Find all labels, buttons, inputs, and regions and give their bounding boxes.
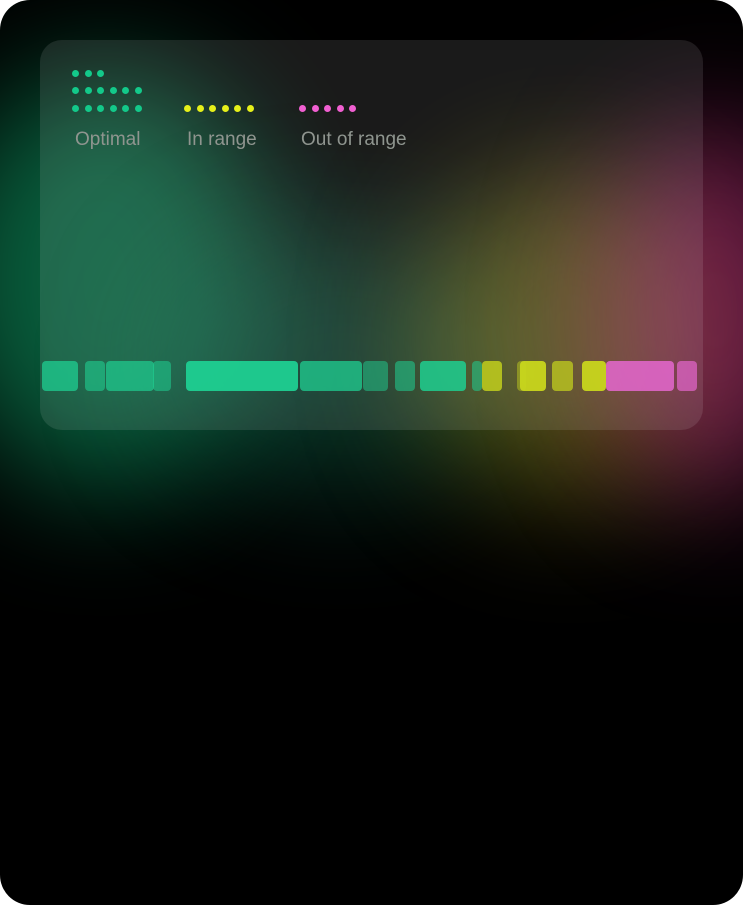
timeline-segment-in-range <box>552 361 573 391</box>
legend-dot <box>84 87 92 94</box>
legend-dot <box>84 105 92 112</box>
timeline-segment-in-range <box>520 361 546 391</box>
legend-dot <box>336 105 344 112</box>
range-card: Optimal In range Out of range <box>40 40 703 430</box>
legend-dot <box>299 105 306 112</box>
legend-dot <box>134 87 142 94</box>
timeline-segment-optimal <box>420 361 466 391</box>
legend-out-of-range-label: Out of range <box>301 129 407 150</box>
timeline-segment-optimal <box>85 361 105 391</box>
legend-dot <box>134 105 142 112</box>
widget-screen: Optimal In range Out of range <box>0 0 743 905</box>
timeline-segment-optimal <box>300 361 362 391</box>
legend-dot <box>234 105 241 112</box>
timeline-segment-out-of-range <box>677 361 697 391</box>
legend-dot <box>209 105 216 112</box>
timeline-segment-in-range <box>482 361 502 391</box>
legend-optimal-label: Optimal <box>75 129 141 150</box>
legend-dot <box>84 70 92 77</box>
legend-dot <box>97 105 104 112</box>
legend-dot <box>97 70 104 77</box>
timeline-segment-optimal <box>363 361 388 391</box>
timeline-segment-in-range <box>582 361 606 391</box>
legend-dot <box>72 70 79 77</box>
timeline-segment-out-of-range <box>606 361 674 391</box>
legend-dot <box>246 105 254 112</box>
timeline-segment-optimal <box>42 361 78 391</box>
legend-dot <box>72 105 79 112</box>
legend-dot <box>311 105 319 112</box>
legend-dot <box>97 87 104 94</box>
legend-dot <box>122 105 129 112</box>
legend-dot <box>72 87 79 94</box>
timeline-segment-optimal <box>472 361 482 391</box>
legend-dot <box>109 105 117 112</box>
range-timeline <box>40 361 703 391</box>
legend-dot <box>122 87 129 94</box>
timeline-segment-optimal <box>395 361 415 391</box>
timeline-segment-optimal <box>186 361 298 391</box>
legend-dot <box>109 87 117 94</box>
legend-dot <box>324 105 331 112</box>
legend-dot <box>221 105 229 112</box>
legend-in-range-label: In range <box>187 129 257 150</box>
timeline-segment-optimal <box>153 361 171 391</box>
legend-dot <box>349 105 356 112</box>
legend-dot <box>184 105 191 112</box>
timeline-segment-optimal <box>106 361 154 391</box>
legend-dot <box>196 105 204 112</box>
